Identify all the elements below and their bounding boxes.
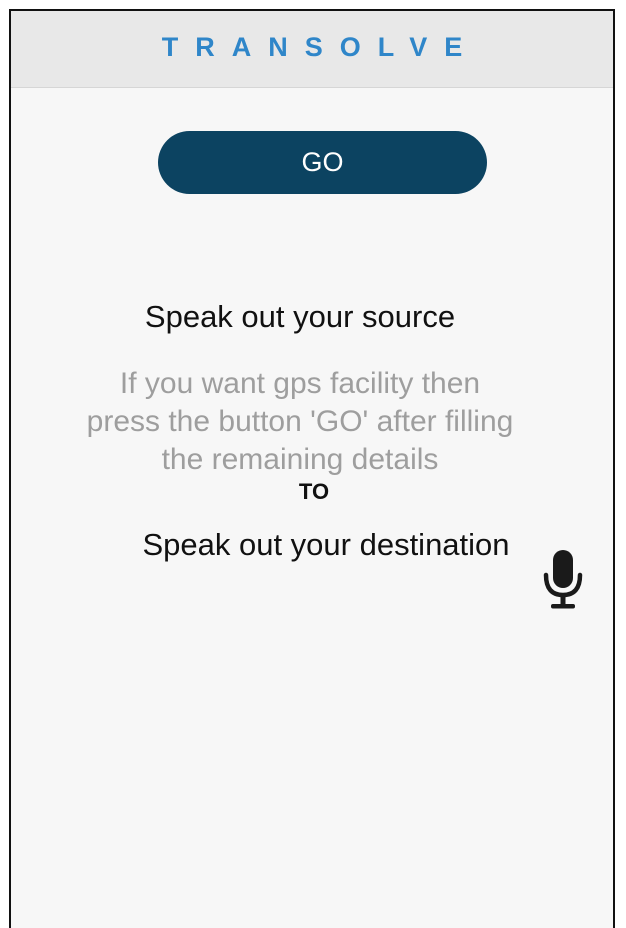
app-screen: TRANSOLVE GO Speak out your source If yo… [9, 9, 615, 928]
source-prompt[interactable]: Speak out your source [11, 299, 589, 335]
microphone-icon[interactable] [539, 548, 587, 612]
app-bar: TRANSOLVE [11, 11, 613, 88]
app-title: TRANSOLVE [161, 31, 480, 62]
gps-hint-line: If you want gps facility then [119, 367, 481, 400]
microphone-icon-graphic [543, 550, 583, 609]
gps-hint: If you want gps facility then press the … [11, 365, 589, 479]
gps-hint-line: the remaining details [161, 443, 439, 476]
to-label: TO [298, 479, 330, 504]
gps-hint-line: press the button 'GO' after filling [86, 405, 514, 438]
go-button[interactable]: GO [158, 131, 487, 194]
destination-prompt[interactable]: Speak out your destination [11, 527, 613, 563]
